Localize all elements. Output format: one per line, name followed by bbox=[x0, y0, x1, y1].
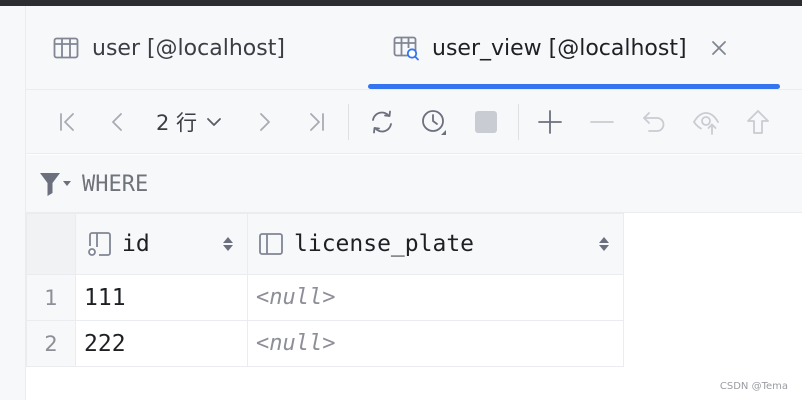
delete-row-button[interactable] bbox=[586, 106, 618, 138]
table-icon bbox=[52, 34, 80, 62]
filter-icon[interactable] bbox=[38, 169, 72, 199]
arrow-up-icon bbox=[747, 110, 769, 134]
toolbar-separator bbox=[518, 104, 519, 140]
eye-upload-icon bbox=[693, 112, 719, 135]
last-page-button[interactable] bbox=[300, 106, 332, 138]
chevron-down-icon bbox=[207, 118, 221, 126]
row-number[interactable]: 1 bbox=[26, 274, 76, 321]
cell-id[interactable]: 111 bbox=[75, 274, 248, 321]
undo-icon bbox=[643, 112, 665, 132]
history-button[interactable] bbox=[418, 106, 450, 138]
tab-user-label: user [@localhost] bbox=[92, 35, 285, 61]
next-page-button[interactable] bbox=[248, 106, 280, 138]
page-size-select[interactable]: 2 行 bbox=[156, 104, 223, 140]
tab-user-view[interactable]: user_view [@localhost] bbox=[392, 6, 729, 90]
chevron-left-icon bbox=[112, 113, 122, 131]
revert-button[interactable] bbox=[638, 106, 670, 138]
view-icon bbox=[392, 34, 420, 62]
cell-license-plate[interactable]: <null> bbox=[247, 274, 624, 321]
chevron-right-icon bbox=[260, 113, 270, 131]
last-page-icon bbox=[310, 113, 324, 131]
first-page-icon bbox=[60, 113, 74, 131]
previous-page-button[interactable] bbox=[102, 106, 134, 138]
watermark: CSDN @Tema bbox=[719, 381, 788, 392]
column-title: license_plate bbox=[294, 231, 475, 257]
row-number[interactable]: 2 bbox=[26, 320, 76, 367]
cell-id[interactable]: 222 bbox=[75, 320, 248, 367]
column-icon bbox=[256, 229, 286, 259]
editor-tab-bar: user [@localhost] user_view [@localhost] bbox=[26, 6, 802, 90]
submit-button[interactable] bbox=[742, 106, 774, 138]
column-title: id bbox=[122, 231, 150, 257]
plus-icon bbox=[538, 110, 562, 134]
preview-changes-button[interactable] bbox=[690, 106, 722, 138]
data-toolbar: 2 行 bbox=[26, 90, 802, 154]
column-header-license-plate[interactable]: license_plate bbox=[247, 213, 624, 275]
filter-bar bbox=[26, 155, 802, 213]
stop-button[interactable] bbox=[470, 106, 502, 138]
where-filter-input[interactable] bbox=[82, 165, 782, 203]
table-row: 1 111 <null> bbox=[26, 274, 624, 321]
cell-license-plate[interactable]: <null> bbox=[247, 320, 624, 367]
clock-icon bbox=[422, 110, 446, 135]
active-tab-indicator bbox=[368, 84, 780, 89]
stop-icon bbox=[475, 111, 497, 133]
left-tool-strip bbox=[0, 6, 26, 400]
refresh-icon bbox=[372, 110, 392, 134]
close-icon[interactable] bbox=[709, 38, 729, 58]
tab-user[interactable]: user [@localhost] bbox=[52, 6, 285, 90]
reload-button[interactable] bbox=[366, 106, 398, 138]
grid-corner[interactable] bbox=[26, 213, 76, 275]
sort-icon[interactable] bbox=[597, 233, 611, 255]
first-page-button[interactable] bbox=[52, 106, 84, 138]
sort-icon[interactable] bbox=[221, 233, 235, 255]
row-count-label: 2 行 bbox=[156, 111, 198, 135]
column-header-id[interactable]: id bbox=[75, 213, 248, 275]
key-column-icon bbox=[84, 229, 114, 259]
minus-icon bbox=[590, 121, 614, 123]
tab-user-view-label: user_view [@localhost] bbox=[432, 35, 687, 61]
toolbar-separator bbox=[348, 104, 349, 140]
result-grid: id license_plate 1 111 <null> 2 222 <nul… bbox=[26, 213, 624, 367]
add-row-button[interactable] bbox=[534, 106, 566, 138]
grid-header-row: id license_plate bbox=[26, 213, 624, 275]
table-row: 2 222 <null> bbox=[26, 320, 624, 367]
